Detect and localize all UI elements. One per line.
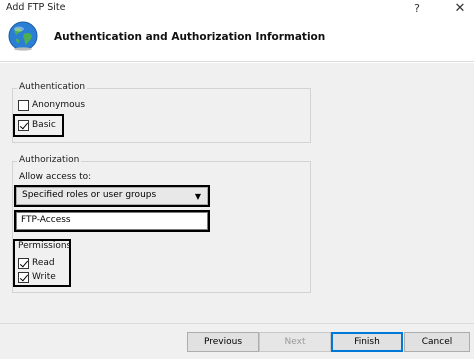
help-button[interactable]: ? (406, 0, 428, 18)
allow-access-value: Specified roles or user groups (22, 190, 157, 200)
next-button[interactable]: Next (259, 332, 331, 352)
chevron-down-icon: ▼ (194, 192, 201, 201)
page-title: Authentication and Authorization Informa… (54, 31, 326, 43)
roles-input[interactable]: FTP-Access (16, 212, 208, 230)
window-title: Add FTP Site (6, 2, 66, 13)
title-bar: Add FTP Site ? ✕ (0, 0, 474, 18)
cancel-button[interactable]: Cancel (404, 332, 470, 352)
close-button[interactable]: ✕ (448, 0, 472, 18)
permissions-legend: Permissions (18, 241, 72, 251)
authentication-legend: Authentication (17, 82, 88, 92)
basic-label: Basic (32, 120, 56, 130)
write-label: Write (32, 272, 56, 282)
read-checkbox[interactable] (18, 258, 29, 269)
previous-button[interactable]: Previous (187, 332, 259, 352)
anonymous-label: Anonymous (32, 100, 86, 110)
finish-button[interactable]: Finish (331, 332, 403, 352)
write-checkbox[interactable] (18, 272, 29, 283)
authorization-legend: Authorization (17, 155, 82, 165)
basic-checkbox[interactable] (18, 120, 29, 131)
globe-icon (8, 21, 38, 51)
allow-access-label: Allow access to: (19, 172, 92, 182)
read-label: Read (32, 258, 55, 268)
allow-access-select[interactable]: Specified roles or user groups ▼ (16, 187, 208, 205)
anonymous-checkbox[interactable] (18, 100, 29, 111)
wizard-header: Authentication and Authorization Informa… (0, 18, 474, 62)
